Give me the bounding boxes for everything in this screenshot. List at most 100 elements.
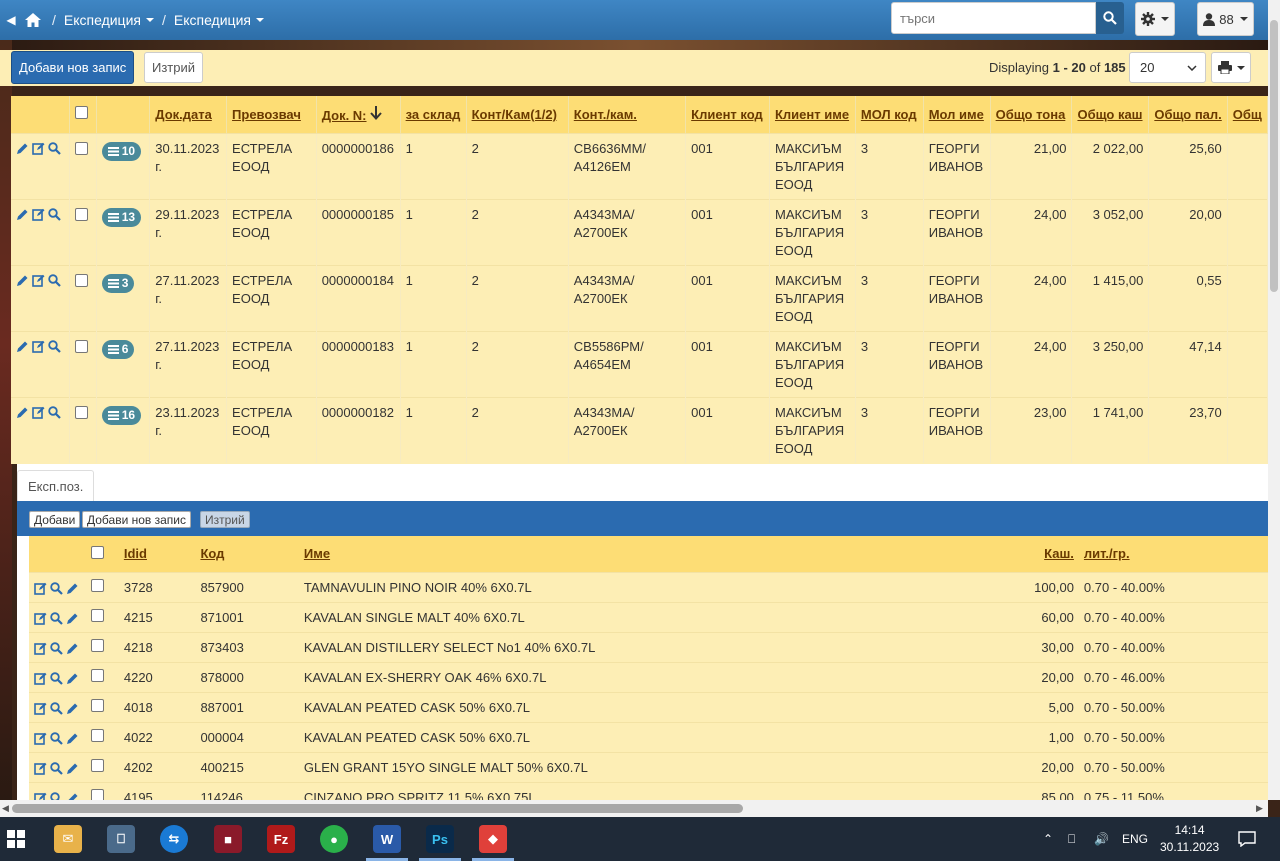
edit-icon[interactable] [66,762,79,775]
header-mol-code[interactable]: МОЛ код [855,96,924,133]
edit-record-icon[interactable] [34,732,47,745]
edit-record-icon[interactable] [34,612,47,625]
table-row[interactable]: 4218 873403 KAVALAN DISTILLERY SELECT No1 … [29,631,1268,662]
header-kont[interactable]: Конт/Кам(1/2) [466,96,569,133]
row-checkbox[interactable] [75,141,89,155]
row-checkbox[interactable] [75,273,89,287]
start-icon[interactable] [2,825,30,853]
horizontal-scrollbar[interactable]: ◀ ▶ [0,800,1268,817]
row-checkbox[interactable] [75,207,89,221]
row-checkbox[interactable] [90,759,104,772]
scroll-right-icon[interactable]: ▶ [1256,803,1263,814]
view-icon[interactable] [50,611,63,625]
positions-count-badge[interactable]: 3 [101,273,135,293]
page-size-select[interactable]: 20 [1129,52,1206,83]
edit-record-icon[interactable] [34,792,47,800]
header-doc-date[interactable]: Док.дата [149,96,228,133]
user-menu-button[interactable]: 88 [1197,2,1254,36]
positions-count-badge[interactable]: 13 [101,207,142,227]
scrollbar-thumb[interactable] [1270,20,1278,292]
header-client-name[interactable]: Клиент име [769,96,856,133]
edit-icon[interactable] [66,642,79,655]
view-icon[interactable] [48,207,61,221]
edit-icon[interactable] [16,208,29,221]
header-carrier[interactable]: Превозвач [226,96,317,133]
scroll-left-icon[interactable]: ◀ [2,803,9,814]
edit-record-icon[interactable] [32,340,45,353]
row-checkbox[interactable] [90,639,104,652]
table-row[interactable]: 3728 857900 TAMNAVULIN PINO NOIR 40% 6X0.7… [29,571,1268,602]
table-row[interactable]: 4220 878000 KAVALAN EX-SHERRY OAK 46% 6X0.… [29,661,1268,692]
delete-button[interactable]: Изтрий [200,511,250,528]
clock[interactable]: 14:14 30.11.2023 [1160,817,1219,861]
view-icon[interactable] [50,731,63,745]
edit-record-icon[interactable] [34,642,47,655]
edit-record-icon[interactable] [34,762,47,775]
header-doc-no[interactable]: Док. N: [316,96,401,133]
edit-icon[interactable] [16,142,29,155]
row-checkbox[interactable] [90,609,104,622]
table-row[interactable]: 3 27.11.2023 г. ЕСТРЕЛА ЕООД 0000000184 1 2 А4… [11,264,1268,331]
row-checkbox[interactable] [90,729,104,742]
edit-icon[interactable] [16,340,29,353]
volume-icon[interactable]: 🔊 [1094,817,1109,861]
edit-icon[interactable] [66,732,79,745]
view-icon[interactable] [48,273,61,287]
tray-chevron-icon[interactable]: ⌃ [1043,817,1053,861]
edit-icon[interactable] [66,702,79,715]
edit-record-icon[interactable] [32,274,45,287]
header-pallets[interactable]: Общо пал. [1148,96,1228,133]
header-idid[interactable]: Idid [118,536,196,572]
table-row[interactable]: 16 23.11.2023 г. ЕСТРЕЛА ЕООД 0000000182 1 2 А… [11,396,1268,463]
header-client-code[interactable]: Клиент код [685,96,770,133]
row-checkbox[interactable] [75,405,89,419]
header-liters[interactable]: лит./гр. [1078,536,1191,572]
edit-record-icon[interactable] [32,142,45,155]
language-indicator[interactable]: ENG [1122,817,1148,861]
table-row[interactable]: 4022 000004 KAVALAN PEATED CASK 50% 6X0.7L… [29,721,1268,752]
select-all-checkbox[interactable] [90,545,104,559]
edit-icon[interactable] [66,792,79,800]
edit-record-icon[interactable] [32,208,45,221]
green-app-icon[interactable]: ● [320,825,348,853]
network-computer-icon[interactable]: ⎕ [107,825,135,853]
teamviewer-icon[interactable]: ⇆ [160,825,188,853]
edit-icon[interactable] [66,582,79,595]
row-checkbox[interactable] [90,669,104,682]
view-icon[interactable] [50,761,63,775]
view-icon[interactable] [50,581,63,595]
filezilla-icon[interactable]: Fz [267,825,295,853]
settings-button[interactable] [1135,2,1175,36]
header-code[interactable]: Код [195,536,299,572]
scrollbar-thumb[interactable] [12,804,743,813]
edit-record-icon[interactable] [34,582,47,595]
view-icon[interactable] [50,792,63,800]
view-icon[interactable] [48,339,61,353]
header-plates[interactable]: Конт./кам. [568,96,687,133]
table-row[interactable]: 4215 871001 KAVALAN SINGLE MALT 40% 6X0.7L… [29,601,1268,632]
edit-record-icon[interactable] [34,672,47,685]
mail-app-icon[interactable]: ✉ [54,825,82,853]
header-total-more[interactable]: Общ [1227,96,1268,133]
vertical-scrollbar[interactable] [1268,0,1280,800]
table-row[interactable]: 4202 400215 GLEN GRANT 15YO SINGLE MALT 50… [29,751,1268,782]
table-row[interactable]: 6 27.11.2023 г. ЕСТРЕЛА ЕООД 0000000183 1 2 СВ… [11,330,1268,397]
word-icon[interactable]: W [373,825,401,853]
row-checkbox[interactable] [90,789,104,800]
edit-record-icon[interactable] [34,702,47,715]
view-icon[interactable] [50,641,63,655]
table-row[interactable]: 10 30.11.2023 г. ЕСТРЕЛА ЕООД 0000000186 1 2 С… [11,132,1268,199]
add-button[interactable]: Добави [29,511,81,528]
breadcrumb-item-2[interactable]: Експедиция [174,12,264,28]
edit-icon[interactable] [66,672,79,685]
header-warehouse[interactable]: за склад [400,96,467,133]
notification-icon[interactable] [1238,817,1256,861]
tab-expedition-positions[interactable]: Експ.поз. [17,470,95,501]
add-new-record-button[interactable]: Добави нов запис [82,511,192,528]
header-name[interactable]: Име [298,536,1030,572]
edit-icon[interactable] [66,612,79,625]
select-all-checkbox[interactable] [75,106,89,120]
row-checkbox[interactable] [90,699,104,712]
positions-count-badge[interactable]: 10 [101,141,142,161]
edit-record-icon[interactable] [32,406,45,419]
